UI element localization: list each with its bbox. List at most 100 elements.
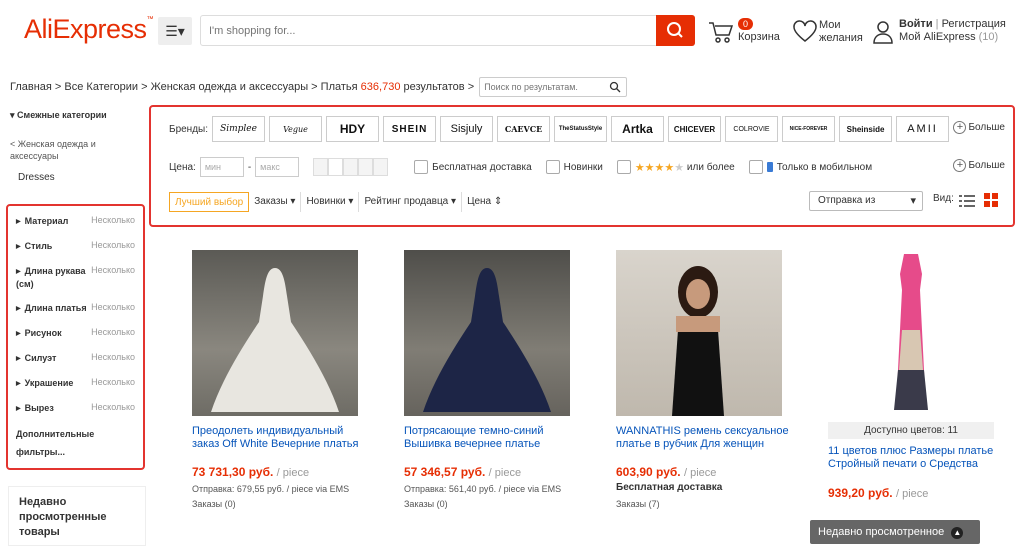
price-label: Цена:	[169, 161, 196, 173]
back-category-link[interactable]: < Женская одежда и аксессуары	[10, 138, 145, 162]
attribute-filters: МатериалНесколько СтильНесколько Длина р…	[6, 204, 145, 470]
aliexpress-logo[interactable]: AliExpress™	[24, 14, 154, 45]
grid-view-icon[interactable]	[984, 193, 998, 207]
product-price: 603,90 руб. / piece	[616, 465, 717, 479]
filter-dress-length[interactable]: Длина платьяНесколько	[12, 298, 139, 323]
recently-viewed-title: Недавно	[19, 496, 67, 508]
recently-viewed-title-2: просмотренные товары	[19, 511, 107, 538]
product-orders[interactable]: Заказы (0)	[404, 499, 448, 509]
product-title[interactable]: Преодолеть индивидуальный заказ Off White…	[192, 425, 358, 451]
sort-seller-rating[interactable]: Рейтинг продавца ▾	[359, 192, 463, 212]
list-view-icon[interactable]	[959, 195, 975, 207]
filter-sleeve-length[interactable]: Длина рукава (см)Несколько	[12, 261, 139, 298]
more-filters-link[interactable]: Дополнительные фильтры...	[16, 425, 139, 461]
product-image[interactable]	[192, 250, 358, 416]
product-price: 73 731,30 руб. / piece	[192, 465, 310, 479]
crumb-women[interactable]: Женская одежда и аксессуары	[151, 81, 309, 93]
product-orders[interactable]: Заказы (7)	[616, 499, 660, 509]
free-shipping-checkbox[interactable]: Бесплатная доставка	[414, 160, 532, 174]
sort-newest[interactable]: Новинки ▾	[301, 192, 360, 212]
crumb-all-categories[interactable]: Все Категории	[64, 81, 138, 93]
brand-colrovie[interactable]: COLROVIE	[725, 116, 779, 142]
product-shipping: Отправка: 561,40 руб. / piece via EMS	[404, 484, 562, 494]
filter-silhouette[interactable]: СилуэтНесколько	[12, 348, 139, 373]
price-histogram[interactable]	[313, 158, 389, 176]
categories-menu-button[interactable]: ☰▾	[158, 17, 192, 45]
star-rating-icon: ★★★★★	[634, 161, 685, 174]
options-more-button[interactable]: + Больше	[953, 159, 1005, 172]
search-icon	[667, 22, 683, 38]
sort-orders[interactable]: Заказы ▾	[249, 192, 302, 212]
wishlist-button[interactable]: Мои желания	[792, 16, 872, 46]
product-image[interactable]	[616, 250, 782, 416]
brand-caevce[interactable]: CAEVCE	[497, 116, 551, 142]
product-title[interactable]: WANNATHIS ремень сексуальное платье в руб…	[616, 425, 789, 451]
brand-sisjuly[interactable]: Sisjuly	[440, 116, 494, 142]
price-row: Цена: мин - макс Бесплатная доставка Нов…	[169, 156, 872, 178]
my-aliexpress-link[interactable]: Мой AliExpress	[899, 31, 976, 43]
cart-icon	[709, 22, 734, 43]
cart-button[interactable]: 0 Корзина	[708, 16, 780, 46]
result-count: 636,730	[360, 80, 401, 93]
sidebar: ▾ Смежные категории < Женская одежда и а…	[10, 110, 145, 183]
ship-from-select[interactable]: Отправка из	[809, 191, 923, 211]
price-max-input[interactable]: макс	[255, 157, 300, 177]
results-search-input[interactable]	[480, 78, 601, 96]
brand-amii[interactable]: AMII	[896, 116, 950, 142]
search-input[interactable]	[201, 16, 641, 45]
wishlist-label: Мои	[819, 19, 841, 31]
filter-style[interactable]: СтильНесколько	[12, 236, 139, 261]
product-image[interactable]	[828, 250, 994, 416]
breadcrumb: Главная > Все Категории > Женская одежда…	[10, 77, 628, 97]
price-dash: -	[247, 161, 252, 173]
sort-best-match[interactable]: Лучший выбор	[169, 192, 250, 212]
recently-viewed-bar[interactable]: Недавно просмотренное ▲	[810, 520, 980, 544]
sort-row: Лучший выбор Заказы ▾ Новинки ▾ Рейтинг …	[169, 192, 507, 212]
product-title[interactable]: 11 цветов плюс Размеры платье Стройный пе…	[828, 445, 993, 471]
separator: |	[935, 18, 939, 30]
phone-icon	[766, 162, 773, 172]
product-orders[interactable]: Заказы (0)	[192, 499, 236, 509]
filter-neckline[interactable]: ВырезНесколько	[12, 398, 139, 423]
filter-pattern[interactable]: РисунокНесколько	[12, 323, 139, 348]
cart-count-badge: 0	[738, 18, 754, 30]
cart-label: Корзина	[738, 31, 780, 43]
brand-simplee[interactable]: Simplee	[212, 116, 266, 142]
brand-hdy[interactable]: HDY	[326, 116, 380, 142]
crumb-home[interactable]: Главная	[10, 81, 52, 93]
sort-price[interactable]: Цена ⇕	[462, 192, 507, 212]
brand-nice-forever[interactable]: NICE-FOREVER	[782, 116, 836, 142]
brand-chicever[interactable]: CHICEVER	[668, 116, 722, 142]
register-link[interactable]: Регистрация	[942, 18, 1006, 30]
brand-vegue[interactable]: Vegue	[269, 116, 323, 142]
plus-icon: +	[953, 159, 967, 172]
brand-shein[interactable]: SHEIN	[383, 116, 437, 142]
my-aliexpress-count: (10)	[978, 31, 999, 43]
filter-decoration[interactable]: УкрашениеНесколько	[12, 373, 139, 398]
new-arrivals-checkbox[interactable]: Новинки	[545, 160, 603, 174]
brands-more-button[interactable]: + Больше	[953, 121, 1005, 134]
rating-checkbox[interactable]: ★★★★★ или более	[616, 160, 735, 174]
filter-material[interactable]: МатериалНесколько	[12, 211, 139, 236]
product-image[interactable]	[404, 250, 570, 416]
brand-sheinside[interactable]: Sheinside	[839, 116, 893, 142]
results-label: результатов	[403, 80, 465, 93]
brands-row: Бренды: Simplee Vegue HDY SHEIN Sisjuly …	[169, 115, 953, 143]
product-shipping: Отправка: 679,55 руб. / piece via EMS	[192, 484, 350, 494]
plus-icon: +	[953, 121, 967, 134]
login-link[interactable]: Войти	[899, 18, 933, 30]
filter-panel: Бренды: Simplee Vegue HDY SHEIN Sisjuly …	[149, 105, 1015, 227]
product-title[interactable]: Потрясающие темно-синий Вышивка вечернее …	[404, 425, 543, 451]
search-icon[interactable]	[609, 81, 621, 93]
recently-viewed-box: Недавно просмотренные товары	[8, 486, 146, 546]
user-icon	[873, 21, 893, 44]
search-button[interactable]	[656, 15, 695, 46]
current-category[interactable]: Dresses	[18, 172, 145, 183]
crumb-dresses: Платья	[320, 80, 358, 93]
related-categories-title: ▾ Смежные категории	[10, 110, 107, 120]
price-min-input[interactable]: мин	[199, 157, 244, 177]
header: AliExpress™ ☰▾ 0 Корзина Моижелания Войт…	[0, 0, 1024, 62]
brand-artka[interactable]: Artka	[611, 116, 665, 142]
brand-thestatusstyle[interactable]: TheStatusStyle	[554, 116, 608, 142]
mobile-only-checkbox[interactable]: Только в мобильном	[748, 160, 872, 174]
